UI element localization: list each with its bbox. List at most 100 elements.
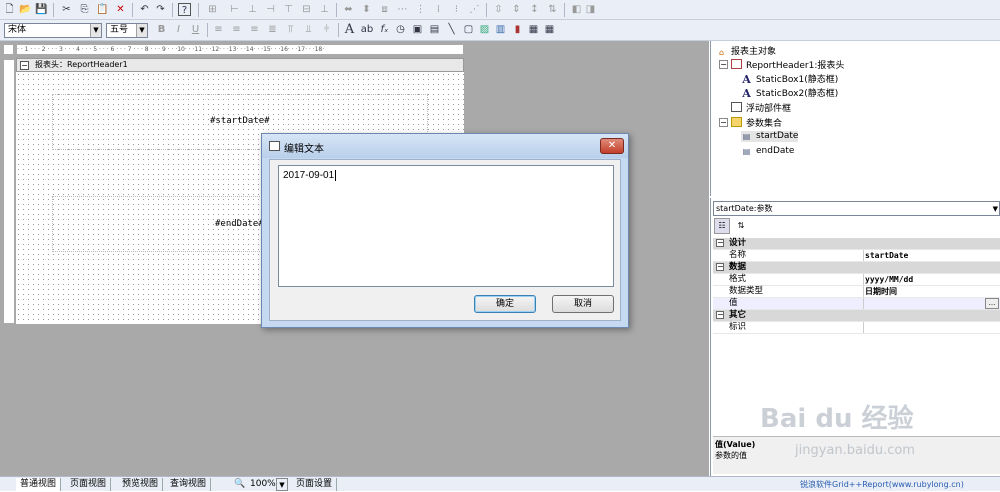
tree-item-start-date[interactable]: ▤ startDate [741, 131, 799, 142]
category-other[interactable]: − 其它 [713, 310, 1000, 322]
space-horiz-icon[interactable]: ⋯ [396, 3, 409, 16]
formula-icon[interactable]: fₓ [378, 23, 391, 36]
tab-preview-view[interactable]: 预览视图 [118, 478, 164, 491]
vspace-icon[interactable]: ⇳ [492, 3, 505, 16]
property-value[interactable]: yyyy/MM/dd [865, 274, 913, 285]
align-left-icon[interactable]: ⊢ [228, 3, 241, 16]
text-left-icon[interactable]: ≡ [212, 23, 225, 36]
delete-icon[interactable]: ✕ [114, 3, 127, 16]
clock-icon[interactable]: ◷ [394, 23, 407, 36]
new-icon[interactable]: 🗋 [3, 3, 16, 16]
tab-query-view[interactable]: 查询视图 [166, 478, 212, 491]
collapse-icon[interactable]: − [719, 118, 728, 127]
align-center-icon[interactable]: ⊥ [246, 3, 259, 16]
image-icon[interactable]: ▣ [411, 23, 424, 36]
page-setup-button[interactable]: 页面设置 [292, 478, 338, 491]
line-icon[interactable]: ╲ [445, 23, 458, 36]
text-vcenter-icon[interactable]: ⫫ [302, 23, 315, 36]
chart-icon[interactable]: ▮ [511, 23, 524, 36]
grid-icon[interactable]: ▦ [543, 23, 556, 36]
property-value[interactable]: 日期时间 [865, 286, 897, 297]
tree-item-params[interactable]: 参数集合 [731, 116, 782, 129]
barcode-icon[interactable]: ▤ [428, 23, 441, 36]
dialog-titlebar[interactable]: 编辑文本 ✕ [262, 134, 628, 158]
space-remove-icon[interactable]: ⋰ [468, 3, 481, 16]
collapse-icon[interactable]: − [716, 239, 724, 247]
collapse-icon[interactable]: − [719, 60, 728, 69]
same-height-icon[interactable]: ⬍ [360, 3, 373, 16]
tree-item-root[interactable]: ⌂ 报表主对象 [716, 44, 776, 58]
property-row-value[interactable]: 值... [713, 298, 1000, 310]
property-row-name[interactable]: 名称 startDate [713, 250, 1000, 262]
align-icon[interactable]: ⊞ [206, 3, 219, 16]
text-center-icon[interactable]: ≡ [230, 23, 243, 36]
undo-icon[interactable]: ↶ [138, 3, 151, 16]
vspace-dec-icon[interactable]: ⇅ [546, 3, 559, 16]
chevron-down-icon[interactable]: ▼ [136, 24, 147, 37]
bring-front-icon[interactable]: ◧ [570, 3, 583, 16]
redo-icon[interactable]: ↷ [154, 3, 167, 16]
align-middle-icon[interactable]: ⊟ [300, 3, 313, 16]
open-icon[interactable]: 📂 [19, 3, 32, 16]
property-row-data-type[interactable]: 数据类型 日期时间 [713, 286, 1000, 298]
sort-az-icon[interactable]: ⇅ [733, 218, 749, 234]
text-top-icon[interactable]: ⫪ [284, 23, 297, 36]
tree-item-report-header[interactable]: ReportHeader1:报表头 [731, 58, 844, 71]
collapse-icon[interactable]: − [20, 61, 29, 70]
paste-icon[interactable]: 📋 [96, 3, 109, 16]
report-header-band-title[interactable]: − 报表头：ReportHeader1 [16, 58, 464, 72]
same-size-icon[interactable]: ⧈ [378, 3, 391, 16]
send-back-icon[interactable]: ◨ [584, 3, 597, 16]
subreport-icon[interactable]: ▦ [527, 23, 540, 36]
ellipsis-button[interactable]: ... [985, 298, 999, 309]
collapse-icon[interactable]: − [716, 311, 724, 319]
close-button[interactable]: ✕ [600, 138, 624, 154]
font-size-select[interactable]: 五号 ▼ [106, 23, 148, 38]
bold-button[interactable]: B [155, 23, 168, 36]
categorized-icon[interactable]: ☷ [714, 218, 730, 234]
align-bottom-icon[interactable]: ⊥ [318, 3, 331, 16]
category-data[interactable]: − 数据 [713, 262, 1000, 274]
text-right-icon[interactable]: ≡ [248, 23, 261, 36]
property-row-tag[interactable]: 标识 [713, 322, 1000, 334]
copy-icon[interactable]: ⎘ [78, 3, 91, 16]
text-justify-icon[interactable]: ≣ [266, 23, 279, 36]
tree-item-float-box[interactable]: 浮动部件框 [731, 101, 791, 114]
tree-item-static-box-1[interactable]: A StaticBox1(静态框) [741, 72, 838, 85]
same-width-icon[interactable]: ⬌ [342, 3, 355, 16]
property-row-format[interactable]: 格式 yyyy/MM/dd [713, 274, 1000, 286]
cancel-button[interactable]: 取消 [552, 295, 614, 313]
box-icon[interactable]: ▢ [462, 23, 475, 36]
tree-item-static-box-2[interactable]: A StaticBox2(静态框) [741, 86, 838, 99]
property-value[interactable]: startDate [865, 250, 908, 261]
static-text-icon[interactable]: A [343, 23, 356, 36]
category-design[interactable]: − 设计 [713, 238, 1000, 250]
space-dec-icon[interactable]: ⁝ [450, 3, 463, 16]
save-icon[interactable]: 💾 [35, 3, 48, 16]
font-family-select[interactable]: 宋体 ▼ [4, 23, 102, 38]
tree-item-end-date[interactable]: ▤ endDate [741, 146, 795, 157]
text-editor[interactable]: 2017-09-01 [278, 165, 614, 287]
align-top-icon[interactable]: ⊤ [282, 3, 295, 16]
cut-icon[interactable]: ✂ [60, 3, 73, 16]
space-inc-icon[interactable]: ⁞ [432, 3, 445, 16]
chevron-down-icon[interactable]: ▼ [90, 24, 101, 37]
chevron-down-icon[interactable]: ▼ [993, 203, 998, 216]
vspace-inc-icon[interactable]: ↕ [528, 3, 541, 16]
help-icon[interactable]: ? [178, 3, 191, 16]
tab-normal-view[interactable]: 普通视图 [16, 478, 62, 491]
align-right-icon[interactable]: ⊣ [264, 3, 277, 16]
italic-button[interactable]: I [172, 23, 185, 36]
memo-box-icon[interactable]: ab [359, 23, 375, 36]
collapse-icon[interactable]: − [716, 263, 724, 271]
space-even-icon[interactable]: ⋮ [414, 3, 427, 16]
tab-page-view[interactable]: 页面视图 [66, 478, 112, 491]
underline-button[interactable]: U [189, 23, 202, 36]
barcode2-icon[interactable]: ▥ [494, 23, 507, 36]
vspace-even-icon[interactable]: ⇕ [510, 3, 523, 16]
chevron-down-icon[interactable]: ▼ [276, 478, 288, 491]
picture-icon[interactable]: ▨ [478, 23, 491, 36]
text-bottom-icon[interactable]: ⫩ [320, 23, 333, 36]
ok-button[interactable]: 确定 [474, 295, 536, 313]
object-selector[interactable]: startDate:参数 ▼ [713, 201, 1000, 216]
